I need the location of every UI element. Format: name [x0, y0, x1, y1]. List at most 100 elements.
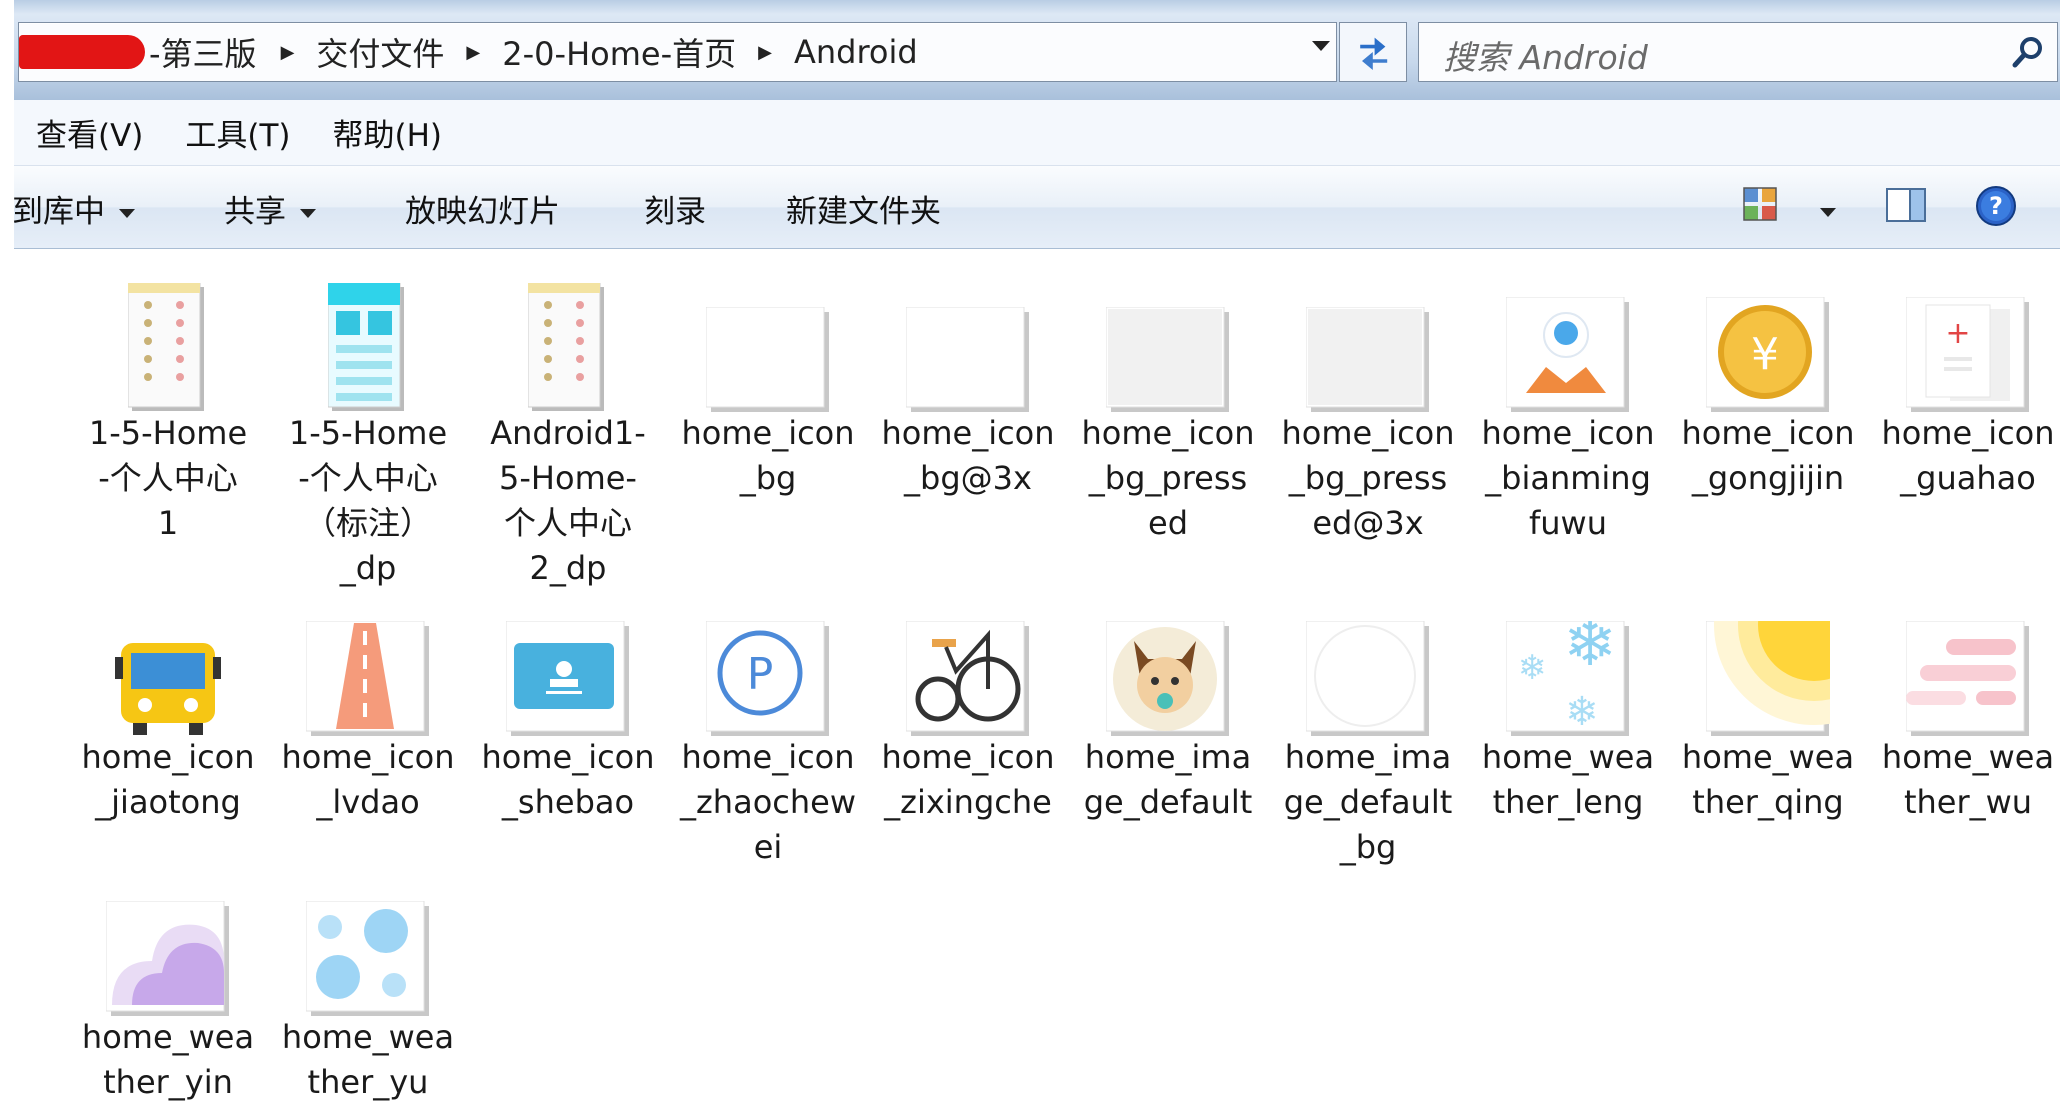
menu-tools[interactable]: 工具(T) [185, 110, 290, 155]
white-circle-icon [1268, 587, 1468, 737]
preview-pane-icon[interactable] [1884, 184, 1928, 226]
include-in-library-button[interactable]: 到库中 [12, 186, 135, 231]
file-name-line: _bianming [1485, 459, 1651, 497]
yen-coin-icon: ¥ [1668, 263, 1868, 413]
menu-help[interactable]: 帮助(H) [333, 110, 443, 155]
search-placeholder: 搜索 Android [1443, 38, 1648, 77]
chevron-down-icon [300, 209, 316, 218]
svg-text:❄: ❄ [1563, 621, 1617, 681]
file-name-label: 1-5-Home -个人中心 （标注） _dp [262, 411, 474, 591]
file-name-line: home_icon [1481, 414, 1655, 452]
file-name-label: home_icon _zixingche [862, 735, 1074, 825]
menu-bar: 查看(V) 工具(T) 帮助(H) [14, 100, 2060, 166]
breadcrumb-item[interactable]: 交付文件 [316, 29, 458, 75]
breadcrumb-item[interactable]: -第三版 [149, 29, 273, 75]
file-name-line: home_icon [681, 414, 855, 452]
file-name-label: home_wea ther_leng [1462, 735, 1674, 825]
svg-text:¥: ¥ [1751, 329, 1779, 380]
file-name-line: home_icon [481, 738, 655, 776]
file-name-label: home_icon _gongjijin [1662, 411, 1874, 501]
refresh-icon [1360, 37, 1388, 70]
file-name-label: home_icon _zhaochew ei [662, 735, 874, 870]
file-name-label: home_icon _bg_press ed [1062, 411, 1274, 546]
file-name-line: home_ima [1284, 738, 1452, 776]
file-name-line: 2_dp [529, 549, 607, 587]
slideshow-label: 放映幻灯片 [405, 194, 560, 230]
fog-icon [1868, 587, 2060, 737]
file-name-line: _dp [339, 549, 397, 587]
file-name-label: home_ima ge_default _bg [1262, 735, 1474, 870]
file-name-label: home_icon _lvdao [262, 735, 474, 825]
bus-icon [68, 587, 268, 737]
file-name-line: _gongjijin [1691, 459, 1845, 497]
phone-screenshot-thumbnail [68, 263, 268, 413]
burn-button[interactable]: 刻录 [644, 186, 706, 231]
bicycle-icon [868, 587, 1068, 737]
breadcrumb-item[interactable]: Android [794, 33, 932, 71]
burn-label: 刻录 [644, 194, 706, 230]
file-name-label: home_wea ther_yin [62, 1015, 274, 1105]
file-name-line: _bg [1339, 828, 1397, 866]
search-input[interactable]: 搜索 Android [1418, 22, 2058, 82]
file-name-label: home_wea ther_qing [1662, 735, 1874, 825]
file-name-line: _bg [739, 459, 797, 497]
file-name-line: 个人中心 [503, 504, 632, 542]
file-name-line: -个人中心 [98, 459, 238, 497]
new-folder-button[interactable]: 新建文件夹 [786, 186, 941, 231]
search-icon[interactable] [2011, 35, 2045, 69]
breadcrumb-separator-icon[interactable]: ▶ [750, 42, 794, 63]
slideshow-button[interactable]: 放映幻灯片 [405, 186, 560, 231]
file-name-line: home_icon [1081, 414, 1255, 452]
file-name-line: _guahao [1900, 459, 2036, 497]
phone-screenshot-thumbnail [468, 263, 668, 413]
file-name-line: ei [753, 828, 783, 866]
file-name-line: _jiaotong [95, 783, 241, 821]
svg-text:P: P [747, 649, 774, 700]
file-grid: 1-5-Home -个人中心 1 1-5-Home -个人中心 （标注） _dp Andr… [14, 249, 2060, 1113]
share-label: 共享 [224, 194, 286, 230]
avatar-icon [1068, 587, 1268, 737]
parking-icon: P [668, 587, 868, 737]
svg-text:+: + [1945, 316, 1970, 351]
help-icon[interactable]: ? [1974, 184, 2018, 228]
file-name-line: 1-5-Home [88, 414, 248, 452]
phone-screenshot-annotated-thumbnail [268, 263, 468, 413]
file-name-line: _zhaochew [680, 783, 856, 821]
file-name-label: home_ima ge_default [1062, 735, 1274, 825]
breadcrumb: -第三版 ▶ 交付文件 ▶ 2-0-Home-首页 ▶ Android [149, 31, 932, 73]
file-name-line: 1 [157, 504, 179, 542]
medical-card-icon: + [1868, 263, 2060, 413]
breadcrumb-separator-icon[interactable]: ▶ [458, 42, 502, 63]
refresh-button[interactable] [1339, 22, 1407, 82]
map-pin-icon [1468, 263, 1668, 413]
address-history-dropdown-icon[interactable] [1312, 41, 1330, 51]
menu-view[interactable]: 查看(V) [36, 110, 143, 155]
view-options-icon[interactable] [1740, 184, 1782, 226]
share-button[interactable]: 共享 [224, 186, 316, 231]
file-name-line: home_icon [1281, 414, 1455, 452]
file-name-label: home_icon _bg [662, 411, 874, 501]
file-name-label: home_icon _bg_press ed@3x [1262, 411, 1474, 546]
file-name-line: _shebao [501, 783, 635, 821]
address-bar[interactable]: -第三版 ▶ 交付文件 ▶ 2-0-Home-首页 ▶ Android [18, 22, 1337, 82]
file-name-label: home_wea ther_yu [262, 1015, 474, 1105]
svg-text:❄: ❄ [1518, 648, 1547, 688]
file-name-line: ther_leng [1492, 783, 1644, 821]
file-name-line: _zixingche [884, 783, 1052, 821]
file-name-line: home_icon [81, 738, 255, 776]
chevron-down-icon [1820, 208, 1836, 217]
breadcrumb-separator-icon[interactable]: ▶ [273, 42, 317, 63]
file-name-line: _bg_press [1088, 459, 1248, 497]
blank-square-thumbnail [668, 263, 868, 413]
file-name-line: _bg_press [1288, 459, 1448, 497]
sun-icon [1668, 587, 1868, 737]
file-name-label: home_wea ther_wu [1862, 735, 2060, 825]
file-name-line: 1-5-Home [288, 414, 448, 452]
file-name-line: ge_default [1283, 783, 1453, 821]
file-name-line: _bg@3x [904, 459, 1032, 497]
breadcrumb-item[interactable]: 2-0-Home-首页 [502, 29, 750, 75]
chevron-down-icon [119, 209, 135, 218]
view-dropdown-button[interactable] [1820, 202, 1836, 221]
file-name-line: 5-Home- [499, 459, 637, 497]
file-name-line: home_icon [881, 414, 1055, 452]
